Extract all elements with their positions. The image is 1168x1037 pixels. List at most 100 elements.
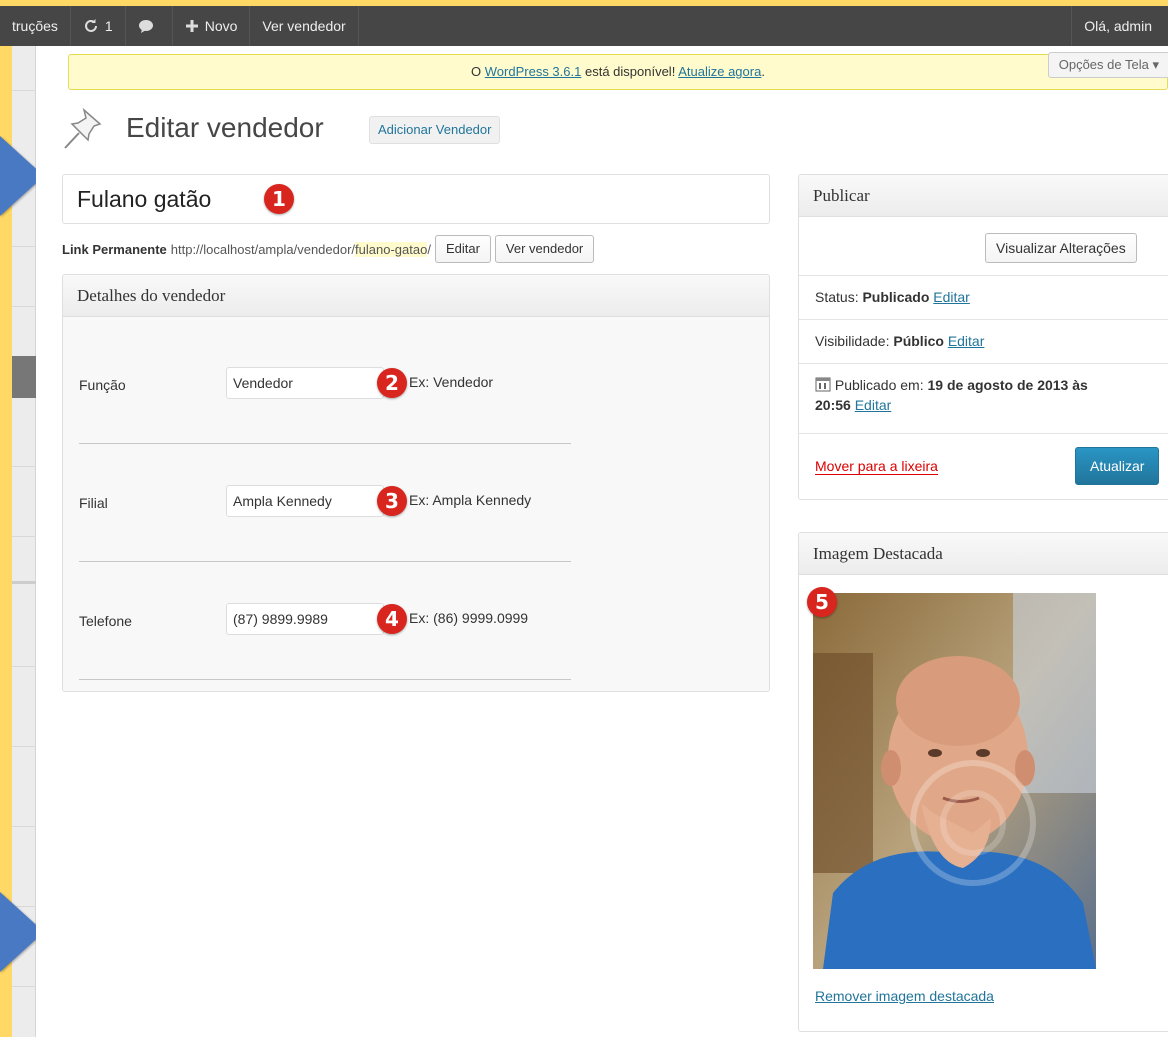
notice-text: O xyxy=(471,64,485,79)
phone-value: (87) 9899.9989 xyxy=(233,611,328,627)
update-button[interactable]: Atualizar xyxy=(1075,447,1160,485)
role-value: Vendedor xyxy=(233,375,293,391)
admin-bar: truções 1 Novo Ver vendedor Olá, admin xyxy=(0,6,1168,46)
move-to-trash-link[interactable]: Mover para a lixeira xyxy=(815,458,938,475)
visibility-label: Visibilidade: xyxy=(815,333,894,349)
edit-visibility-link[interactable]: Editar xyxy=(948,333,985,349)
branch-hint: Ex: Ampla Kennedy xyxy=(409,492,532,508)
admin-bar-item-view[interactable]: Ver vendedor xyxy=(250,6,359,46)
updates-count: 1 xyxy=(104,18,113,34)
permalink-slug: fulano-gatao xyxy=(355,241,428,257)
permalink-row: Link Permanente http://localhost/ampla/v… xyxy=(62,234,595,264)
greeting-label: Olá, admin xyxy=(1084,18,1152,34)
edit-date-link[interactable]: Editar xyxy=(855,397,892,413)
sidebar-separator xyxy=(12,746,36,747)
step-badge-3: 3 xyxy=(377,486,407,516)
page-title: Editar vendedor xyxy=(126,112,324,143)
vendor-details-box: Detalhes do vendedor Função Vendedor 2 E… xyxy=(62,274,770,692)
permalink-base-url: http://localhost/ampla/vendedor/ xyxy=(170,241,356,257)
sidebar-separator xyxy=(12,90,36,91)
featured-image-box: Imagem Destacada 5 Remover imagem destac… xyxy=(798,532,1168,1032)
sidebar-separator xyxy=(12,581,36,584)
sidebar-separator xyxy=(12,986,36,987)
status-row: Status: Publicado Editar xyxy=(815,289,970,305)
edit-permalink-button[interactable]: Editar xyxy=(434,235,491,263)
step-badge-1: 1 xyxy=(264,184,294,214)
featured-image-title[interactable]: Imagem Destacada xyxy=(799,533,1168,575)
admin-bar-item-label: truções xyxy=(12,18,58,34)
pushpin-icon xyxy=(64,107,102,149)
update-notice: O WordPress 3.6.1 está disponível! Atual… xyxy=(68,54,1168,90)
featured-image[interactable] xyxy=(813,593,1096,969)
role-label: Função xyxy=(79,377,126,393)
sidebar-separator xyxy=(12,466,36,467)
permalink-trailing: / xyxy=(427,241,431,257)
admin-bar-item-updates[interactable]: 1 xyxy=(71,6,126,46)
publish-divider xyxy=(799,275,1168,276)
status-value: Publicado xyxy=(862,289,930,305)
view-label: Ver vendedor xyxy=(262,18,346,34)
field-separator xyxy=(79,561,571,562)
admin-bar-item-comments[interactable] xyxy=(126,6,173,46)
publish-divider xyxy=(799,363,1168,364)
comment-bubble-icon xyxy=(138,19,153,33)
field-row-branch: Filial Ampla Kennedy 3 Ex: Ampla Kennedy xyxy=(79,485,679,525)
phone-hint: Ex: (86) 9999.0999 xyxy=(409,610,529,626)
sidebar-separator xyxy=(12,666,36,667)
sidebar-item-current[interactable] xyxy=(12,356,36,398)
calendar-icon xyxy=(815,377,831,392)
sidebar-separator xyxy=(12,246,36,247)
published-date: 19 de agosto de 2013 às xyxy=(927,377,1088,393)
remove-featured-image-link[interactable]: Remover imagem destacada xyxy=(815,988,994,1004)
publish-divider xyxy=(799,319,1168,320)
notice-text: . xyxy=(761,64,765,79)
field-separator xyxy=(79,443,571,444)
sidebar-separator xyxy=(12,826,36,827)
view-vendor-button[interactable]: Ver vendedor xyxy=(494,235,595,263)
plus-icon xyxy=(185,20,198,32)
sidebar-separator xyxy=(12,306,36,307)
post-title-input[interactable]: Fulano gatão xyxy=(62,174,770,224)
wordpress-version-link[interactable]: WordPress 3.6.1 xyxy=(485,64,582,79)
role-hint: Ex: Vendedor xyxy=(409,374,494,390)
admin-bar-item-new[interactable]: Novo xyxy=(173,6,251,46)
publish-divider xyxy=(799,433,1168,434)
vendor-photo xyxy=(813,593,1096,969)
update-now-link[interactable]: Atualize agora xyxy=(678,64,761,79)
post-title-value: Fulano gatão xyxy=(77,186,212,212)
branch-value: Ampla Kennedy xyxy=(233,493,332,509)
new-label: Novo xyxy=(204,18,238,34)
permalink-label: Link Permanente xyxy=(62,241,167,257)
step-badge-5: 5 xyxy=(807,587,837,617)
chevron-down-icon: ▾ xyxy=(1152,57,1159,72)
field-row-phone: Telefone (87) 9899.9989 4 Ex: (86) 9999.… xyxy=(79,603,679,643)
main-content: O WordPress 3.6.1 está disponível! Atual… xyxy=(36,46,1168,1037)
role-input[interactable]: Vendedor xyxy=(226,367,384,399)
step-badge-4: 4 xyxy=(377,604,407,634)
published-label: Publicado em: xyxy=(834,377,928,393)
preview-changes-button[interactable]: Visualizar Alterações xyxy=(985,233,1137,263)
status-label: Status: xyxy=(815,289,863,305)
phone-input[interactable]: (87) 9899.9989 xyxy=(226,603,384,635)
branch-input[interactable]: Ampla Kennedy xyxy=(226,485,384,517)
published-on-row: Publicado em: 19 de agosto de 2013 às 20… xyxy=(815,375,1165,415)
sidebar-separator xyxy=(12,536,36,537)
phone-label: Telefone xyxy=(79,613,132,629)
admin-bar-item-instructions[interactable]: truções xyxy=(0,6,71,46)
refresh-icon xyxy=(84,19,97,32)
field-separator xyxy=(79,679,571,680)
step-badge-2: 2 xyxy=(377,368,407,398)
publish-box: Publicar Visualizar Alterações Status: P… xyxy=(798,174,1168,500)
published-time: 20:56 xyxy=(815,397,851,413)
visibility-row: Visibilidade: Público Editar xyxy=(815,333,984,349)
screen-options-button[interactable]: Opções de Tela ▾ xyxy=(1047,52,1168,78)
admin-bar-greeting[interactable]: Olá, admin xyxy=(1071,6,1168,46)
notice-text: está disponível! xyxy=(581,64,679,79)
publish-title[interactable]: Publicar xyxy=(799,175,1168,217)
add-new-vendor-button[interactable]: Adicionar Vendedor xyxy=(369,116,501,144)
vendor-details-title[interactable]: Detalhes do vendedor xyxy=(63,275,769,317)
branch-label: Filial xyxy=(79,495,108,511)
edit-status-link[interactable]: Editar xyxy=(933,289,970,305)
visibility-value: Público xyxy=(893,333,944,349)
screen-options-label: Opções de Tela xyxy=(1058,57,1149,72)
